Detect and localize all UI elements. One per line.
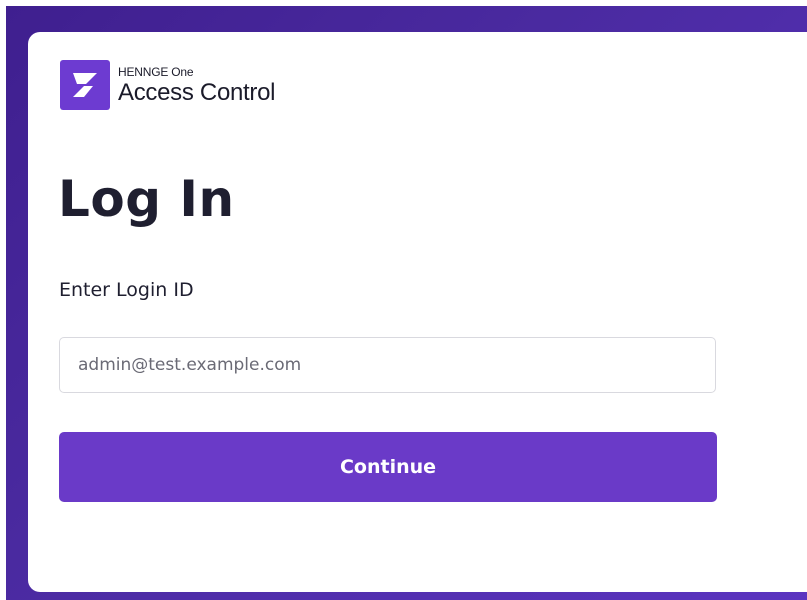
- page-title: Log In: [58, 170, 235, 228]
- login-id-label: Enter Login ID: [59, 279, 194, 301]
- login-id-input[interactable]: [59, 337, 716, 393]
- logo-company-name: HENNGE One: [118, 64, 194, 79]
- logo-text: HENNGE One Access Control: [118, 64, 276, 106]
- login-card: [28, 32, 807, 592]
- continue-button[interactable]: Continue: [59, 432, 717, 502]
- logo-z-glyph: [73, 73, 97, 97]
- henngeone-logo-icon: [60, 60, 110, 110]
- logo-product-name: Access Control: [118, 78, 276, 106]
- app-logo: HENNGE One Access Control: [60, 60, 276, 110]
